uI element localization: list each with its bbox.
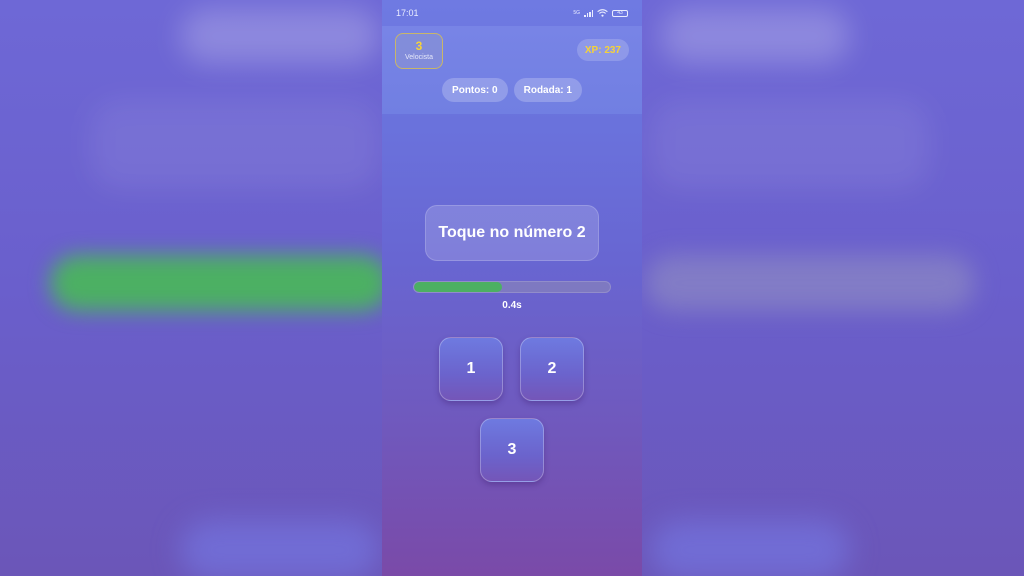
level-badge: 3 Velocista	[395, 33, 443, 69]
timer-bar-fill	[414, 282, 503, 292]
battery-icon: 43	[612, 9, 628, 17]
background-blur-shape	[650, 520, 850, 576]
network-label: 5G	[573, 9, 580, 16]
number-button-3[interactable]: 3	[480, 418, 544, 482]
background-blur-shape	[180, 8, 380, 64]
background-blur-shape	[650, 100, 930, 190]
number-button-2[interactable]: 2	[520, 337, 584, 401]
background-blur-shape	[90, 100, 380, 190]
status-bar: 17:01 5G 43	[382, 0, 642, 26]
number-button-1[interactable]: 1	[439, 337, 503, 401]
wifi-icon	[597, 9, 608, 17]
prompt-card: Toque no número 2	[425, 205, 599, 261]
stats-row: Pontos: 0 Rodada: 1	[382, 78, 642, 102]
round-badge: Rodada: 1	[513, 78, 582, 102]
game-header: 3 Velocista XP: 237 Pontos: 0 Rodada: 1	[382, 26, 642, 114]
timer-bar	[413, 281, 611, 293]
level-title: Velocista	[404, 54, 434, 61]
timer-text: 0.4s	[502, 300, 522, 311]
background-blur-shape	[645, 255, 975, 311]
phone-screen: 17:01 5G 43 3 Velocista XP: 237 Pontos:	[382, 0, 642, 576]
status-icons: 5G 43	[573, 9, 628, 17]
background-blur-shape	[50, 255, 390, 311]
background-blur-shape	[180, 520, 380, 576]
points-value: 0	[492, 84, 498, 96]
background-blur-shape	[660, 8, 850, 64]
points-label: Pontos:	[452, 84, 493, 96]
xp-label: XP:	[584, 44, 605, 56]
status-time: 17:01	[396, 8, 419, 18]
xp-value: 237	[604, 44, 621, 56]
xp-badge: XP: 237	[576, 39, 629, 61]
points-badge: Pontos: 0	[442, 78, 508, 102]
prompt-text: Toque no número 2	[438, 224, 586, 241]
signal-icon	[584, 9, 593, 17]
round-label: Rodada:	[523, 84, 567, 96]
round-value: 1	[566, 84, 572, 96]
level-number: 3	[415, 39, 423, 53]
